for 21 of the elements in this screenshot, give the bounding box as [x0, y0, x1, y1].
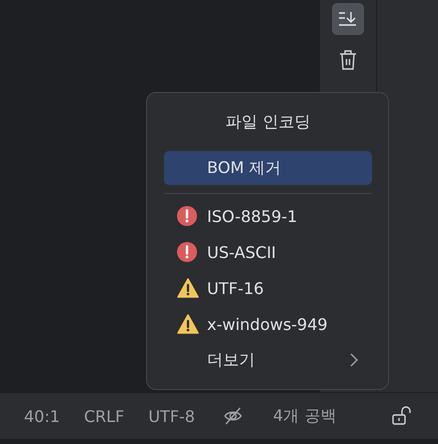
- error-icon: [177, 206, 197, 226]
- eye-slash-icon[interactable]: [222, 407, 243, 425]
- menu-item[interactable]: US-ASCII: [164, 234, 372, 270]
- menu-item[interactable]: ISO-8859-1: [164, 198, 372, 234]
- menu-item[interactable]: 더보기: [164, 342, 372, 378]
- menu-item[interactable]: BOM 제거: [164, 151, 372, 185]
- warning-icon: [177, 278, 199, 298]
- menu-item[interactable]: UTF-16: [164, 270, 372, 306]
- menu-item[interactable]: x-windows-949: [164, 306, 372, 342]
- trash-icon: [339, 49, 357, 71]
- lines-down-arrow-icon: [338, 10, 358, 28]
- unlocked-lock-icon[interactable]: [392, 406, 412, 426]
- file-encoding[interactable]: UTF-8: [148, 406, 195, 426]
- scroll-to-end-button[interactable]: [332, 3, 364, 35]
- cursor-position[interactable]: 40:1: [24, 406, 60, 426]
- chevron-right-icon: [350, 353, 358, 367]
- error-icon: [177, 242, 197, 262]
- indent-setting[interactable]: 4개 공백: [272, 406, 336, 426]
- warning-icon: [177, 314, 199, 334]
- popup-title: 파일 인코딩: [224, 111, 312, 133]
- line-separator[interactable]: CRLF: [84, 406, 124, 426]
